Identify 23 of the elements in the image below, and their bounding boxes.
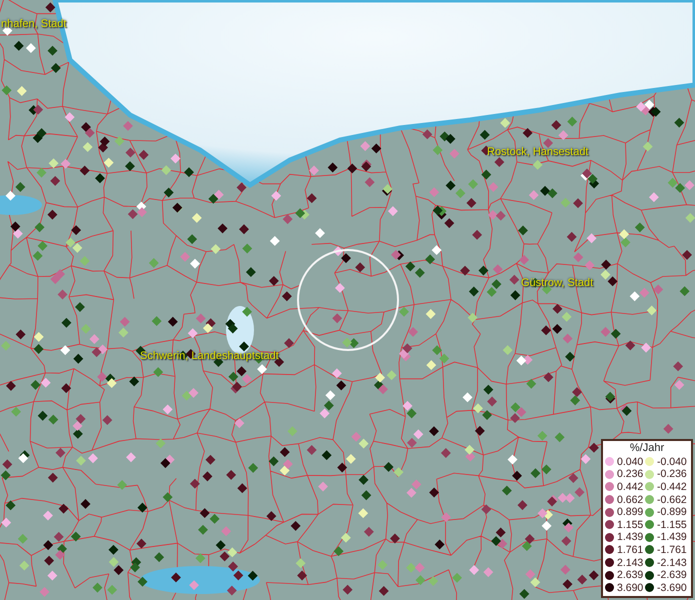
legend-label: -1.761	[657, 544, 687, 556]
legend-label: -0.040	[657, 456, 687, 468]
legend-label: -0.899	[657, 506, 687, 518]
legend-label: -2.143	[657, 556, 687, 569]
legend-label: -1.155	[657, 518, 687, 531]
legend-label: 0.040	[617, 456, 644, 468]
legend-title: %/Jahr	[628, 442, 666, 456]
legend-label: -0.236	[657, 468, 687, 480]
legend-label: 0.899	[617, 506, 644, 518]
legend-label: 2.639	[617, 569, 644, 582]
legend-label: 2.143	[617, 556, 644, 569]
legend-label: 1.761	[617, 544, 644, 556]
legend-label: -3.690	[657, 582, 687, 594]
legend-label: -1.439	[657, 531, 687, 544]
legend-label: -0.442	[657, 480, 687, 493]
legend-label: 0.442	[617, 480, 644, 493]
legend-label: 1.439	[617, 531, 644, 544]
legend-label: -0.662	[657, 494, 687, 506]
legend-label: -2.639	[657, 569, 687, 582]
legend-label: 3.690	[617, 582, 644, 594]
legend-label: 0.662	[617, 494, 644, 506]
legend-label: 1.155	[617, 518, 644, 531]
legend-label: 0.236	[617, 468, 644, 480]
